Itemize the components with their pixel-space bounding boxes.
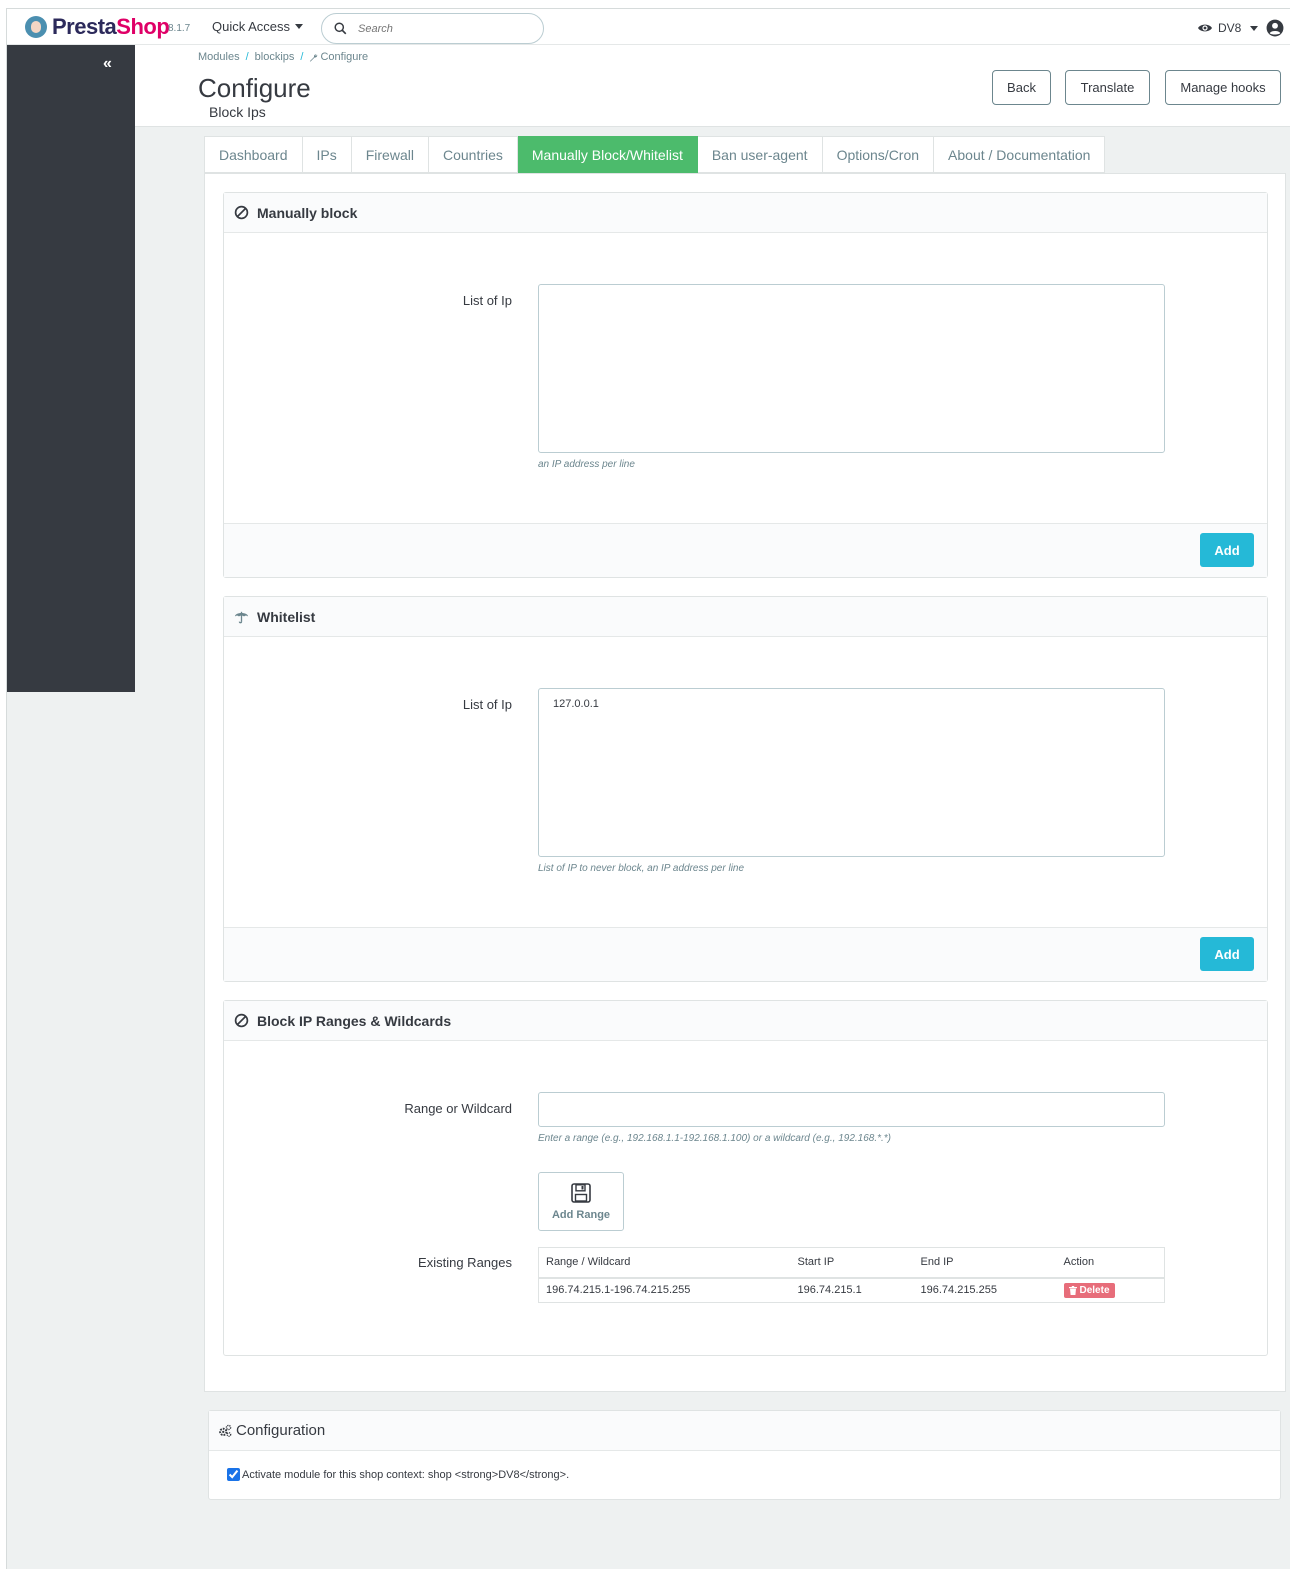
ban-icon: [234, 1013, 249, 1028]
help-text: Enter a range (e.g., 192.168.1.1-192.168…: [538, 1133, 892, 1144]
umbrella-icon: [234, 611, 249, 624]
tab-about-documentation[interactable]: About / Documentation: [934, 136, 1106, 173]
brand-name: PrestaShop: [52, 14, 170, 39]
user-circle-icon[interactable]: [1266, 19, 1284, 37]
add-whitelist-button[interactable]: Add: [1200, 937, 1254, 971]
manual-block-ip-textarea[interactable]: [538, 284, 1165, 453]
whitelist-ip-textarea[interactable]: 127.0.0.1: [538, 688, 1165, 857]
help-text: an IP address per line: [538, 459, 635, 470]
ip-ranges-panel: Block IP Ranges & Wildcards Range or Wil…: [223, 1000, 1268, 1356]
cell-start-ip: 196.74.215.1: [790, 1277, 914, 1303]
double-chevron-left-icon[interactable]: «: [103, 55, 112, 73]
quick-access-label: Quick Access: [212, 19, 291, 34]
list-of-ip-label: List of Ip: [462, 293, 512, 308]
app-frame: PrestaShop 8.1.7 Quick Access DV8 « Modu…: [6, 8, 1290, 1569]
manage-hooks-button[interactable]: Manage hooks: [1165, 70, 1281, 105]
panel-title: Whitelist: [257, 608, 316, 625]
panel-heading: Whitelist: [224, 597, 1267, 637]
tab-ips[interactable]: IPs: [302, 136, 352, 173]
shop-name: DV8: [1218, 21, 1242, 35]
panel-heading: Configuration: [209, 1411, 1280, 1451]
search-input[interactable]: [358, 22, 528, 35]
cogs-icon: [219, 1424, 232, 1437]
tab-dashboard[interactable]: Dashboard: [204, 136, 303, 173]
save-icon: [571, 1183, 591, 1203]
panel-footer: Add: [224, 523, 1267, 577]
activate-module-row[interactable]: Activate module for this shop context: s…: [227, 1468, 569, 1481]
delete-range-button[interactable]: Delete: [1063, 1282, 1115, 1298]
caret-down-icon: [1250, 25, 1259, 31]
panel-title: Block IP Ranges & Wildcards: [257, 1012, 452, 1029]
activate-module-checkbox[interactable]: [227, 1468, 240, 1481]
breadcrumb-modules[interactable]: Modules: [198, 51, 240, 63]
delete-label: Delete: [1079, 1284, 1110, 1296]
page-subtitle: Block Ips: [209, 104, 266, 120]
page-header: Modules / blockips / Configure Configure…: [135, 45, 1290, 127]
panel-heading: Manually block: [224, 193, 1267, 233]
table-header-row: Range / Wildcard Start IP End IP Action: [538, 1247, 1165, 1279]
panel-heading: Block IP Ranges & Wildcards: [224, 1001, 1267, 1041]
prestashop-puffin-icon: [25, 16, 47, 38]
tab-manually-block-whitelist[interactable]: Manually Block/Whitelist: [517, 136, 698, 173]
module-tabs: Dashboard IPs Firewall Countries Manuall…: [204, 136, 1106, 173]
range-wildcard-input[interactable]: [538, 1092, 1165, 1127]
add-range-button[interactable]: Add Range: [538, 1172, 624, 1231]
range-or-wildcard-label: Range or Wildcard: [404, 1101, 512, 1116]
tab-content: Manually block List of Ip an IP address …: [204, 173, 1286, 1392]
table-row: 196.74.215.1-196.74.215.255 196.74.215.1…: [538, 1277, 1165, 1303]
help-text: List of IP to never block, an IP address…: [538, 863, 745, 874]
tab-ban-user-agent[interactable]: Ban user-agent: [697, 136, 823, 173]
manual-block-panel: Manually block List of Ip an IP address …: [223, 192, 1268, 578]
wrench-icon: [310, 53, 318, 62]
panel-title: Manually block: [257, 204, 358, 221]
tab-firewall[interactable]: Firewall: [351, 136, 429, 173]
add-range-label: Add Range: [551, 1209, 611, 1221]
add-manual-block-button[interactable]: Add: [1200, 533, 1254, 567]
tab-countries[interactable]: Countries: [428, 136, 518, 173]
page-title: Configure: [198, 73, 311, 103]
breadcrumb-configure-label: Configure: [320, 51, 369, 63]
top-bar: PrestaShop 8.1.7 Quick Access DV8: [7, 9, 1290, 45]
prestashop-logo[interactable]: PrestaShop: [25, 14, 170, 39]
column-header-action: Action: [1056, 1247, 1165, 1279]
configuration-panel: Configuration Activate module for this s…: [208, 1410, 1281, 1500]
search-box[interactable]: [321, 13, 544, 44]
translate-button[interactable]: Translate: [1065, 70, 1150, 105]
eye-icon: [1198, 24, 1212, 32]
list-of-ip-label: List of Ip: [462, 697, 512, 712]
column-header-range: Range / Wildcard: [538, 1247, 791, 1279]
quick-access-dropdown[interactable]: Quick Access: [212, 19, 304, 34]
cell-range: 196.74.215.1-196.74.215.255: [538, 1277, 791, 1303]
column-header-start-ip: Start IP: [790, 1247, 914, 1279]
breadcrumb-separator: /: [245, 51, 249, 63]
back-button[interactable]: Back: [992, 70, 1051, 105]
trash-icon: [1068, 1285, 1077, 1295]
search-icon: [334, 22, 347, 35]
breadcrumb-separator: /: [300, 51, 304, 63]
cell-end-ip: 196.74.215.255: [913, 1277, 1057, 1303]
whitelist-panel: Whitelist List of Ip 127.0.0.1 List of I…: [223, 596, 1268, 982]
activate-module-label: Activate module for this shop context: s…: [242, 1468, 570, 1481]
cell-action: Delete: [1056, 1277, 1165, 1303]
column-header-end-ip: End IP: [913, 1247, 1057, 1279]
breadcrumb-blockips[interactable]: blockips: [255, 51, 295, 63]
version-label: 8.1.7: [168, 23, 191, 34]
breadcrumb: Modules / blockips / Configure: [198, 51, 368, 63]
caret-down-icon: [295, 24, 304, 29]
sidebar: «: [7, 45, 135, 692]
existing-ranges-label: Existing Ranges: [418, 1255, 512, 1270]
tab-options-cron[interactable]: Options/Cron: [822, 136, 935, 173]
shop-selector[interactable]: DV8: [1197, 19, 1284, 37]
ban-icon: [234, 205, 249, 220]
breadcrumb-configure: Configure: [309, 51, 368, 63]
existing-ranges-table: Range / Wildcard Start IP End IP Action …: [538, 1247, 1165, 1303]
panel-footer: Add: [224, 927, 1267, 981]
panel-title: Configuration: [236, 1422, 326, 1439]
